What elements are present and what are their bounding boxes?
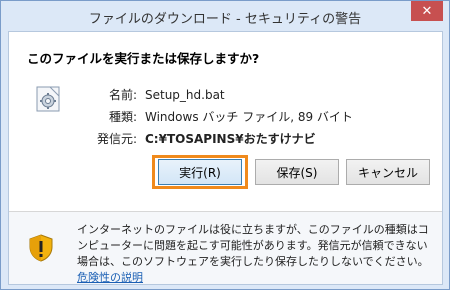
name-label: 名前: — [108, 88, 137, 102]
download-security-dialog: ファイルのダウンロード - セキュリティの警告 ✕ このファイルを実行または保存… — [0, 0, 450, 290]
type-value: Windows バッチ ファイル, 89 バイト — [145, 110, 353, 124]
run-button[interactable]: 実行(R) — [158, 159, 242, 185]
setup-gear-file-icon — [36, 86, 60, 112]
info-row-type: 種類: Windows バッチ ファイル, 89 バイト — [71, 106, 353, 128]
info-row-from: 発信元: C:¥TOSAPINS¥おたすけナビ — [71, 128, 353, 150]
warning-text-block: インターネットのファイルは役に立ちますが、このファイルの種類はコンピューターに問… — [77, 222, 432, 286]
save-button[interactable]: 保存(S) — [255, 159, 339, 185]
cancel-button[interactable]: キャンセル — [346, 159, 430, 185]
close-icon: ✕ — [421, 3, 433, 19]
dialog-content: このファイルを実行または保存しますか? 名前: Setup_hd.bat 種類:… — [8, 31, 443, 285]
info-row-name: 名前: Setup_hd.bat — [71, 84, 353, 106]
title-bar[interactable]: ファイルのダウンロード - セキュリティの警告 ✕ — [1, 1, 449, 31]
warning-text: インターネットのファイルは役に立ちますが、このファイルの種類はコンピューターに問… — [77, 223, 429, 268]
file-info: 名前: Setup_hd.bat 種類: Windows バッチ ファイル, 8… — [71, 84, 353, 150]
close-button[interactable]: ✕ — [411, 1, 443, 21]
risk-explanation-link[interactable]: 危険性の説明 — [77, 271, 143, 284]
warning-area: インターネットのファイルは役に立ちますが、このファイルの種類はコンピューターに問… — [9, 212, 442, 284]
question-text: このファイルを実行または保存しますか? — [27, 51, 260, 66]
name-value: Setup_hd.bat — [145, 88, 225, 102]
window-title: ファイルのダウンロード - セキュリティの警告 — [88, 12, 362, 27]
from-label: 発信元: — [96, 132, 137, 146]
from-value: C:¥TOSAPINS¥おたすけナビ — [145, 132, 316, 146]
type-label: 種類: — [108, 110, 137, 124]
shield-warning-icon — [29, 234, 53, 262]
